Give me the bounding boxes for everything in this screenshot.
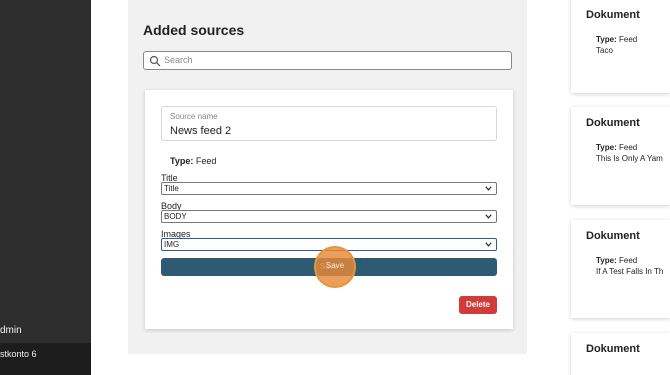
search-input[interactable]: Search — [143, 51, 512, 70]
chevron-down-icon — [485, 242, 492, 247]
click-highlight: Save — [314, 246, 356, 288]
title-select-value: Title — [164, 184, 179, 193]
document-description: If A Test Falls In Th — [596, 267, 664, 276]
document-type: Type: Feed — [596, 35, 638, 44]
chevron-down-icon — [485, 214, 492, 219]
sidebar: dmin stkonto 6 — [0, 0, 91, 375]
source-name-label: Source name — [170, 112, 218, 121]
search-placeholder: Search — [164, 55, 193, 65]
source-card: Source name News feed 2 Type: Feed Title… — [145, 90, 513, 329]
added-sources-panel: Added sources Search Source name News fe… — [128, 0, 527, 354]
document-description: Taco — [596, 46, 613, 55]
title-select[interactable]: Title — [161, 182, 497, 195]
type-value: Feed — [195, 156, 217, 166]
document-description: This Is Only A Yam — [596, 154, 663, 163]
document-title: Dokument — [586, 9, 640, 21]
type-label: Type: — [170, 156, 194, 166]
document-card[interactable]: Dokument Type: Feed This Is Only A Yam — [571, 107, 670, 205]
images-select-value: IMG — [164, 240, 180, 249]
document-card[interactable]: Dokument Type: Feed If A Test Falls In T… — [571, 220, 670, 318]
sidebar-item-account[interactable]: stkonto 6 — [0, 343, 91, 375]
document-type: Type: Feed — [596, 256, 638, 265]
source-type: Type: Feed — [170, 156, 216, 166]
document-title: Dokument — [586, 343, 640, 355]
search-icon — [149, 55, 161, 67]
delete-button[interactable]: Delete — [459, 296, 497, 314]
source-name-value: News feed 2 — [170, 125, 232, 137]
sidebar-item-admin[interactable]: dmin — [0, 325, 91, 339]
document-card[interactable]: Dokument — [571, 333, 670, 375]
sidebar-item-label: dmin — [0, 325, 22, 336]
document-title: Dokument — [586, 117, 640, 129]
source-name-field[interactable]: Source name News feed 2 — [161, 106, 497, 141]
body-select-value: BODY — [164, 212, 187, 221]
sidebar-item-label: stkonto 6 — [0, 349, 37, 359]
document-title: Dokument — [586, 230, 640, 242]
chevron-down-icon — [485, 186, 492, 191]
document-type: Type: Feed — [596, 143, 638, 152]
panel-title: Added sources — [143, 22, 245, 38]
highlight-save-label: Save — [325, 261, 345, 270]
document-card[interactable]: Dokument Type: Feed Taco — [571, 0, 670, 93]
body-select[interactable]: BODY — [161, 210, 497, 223]
